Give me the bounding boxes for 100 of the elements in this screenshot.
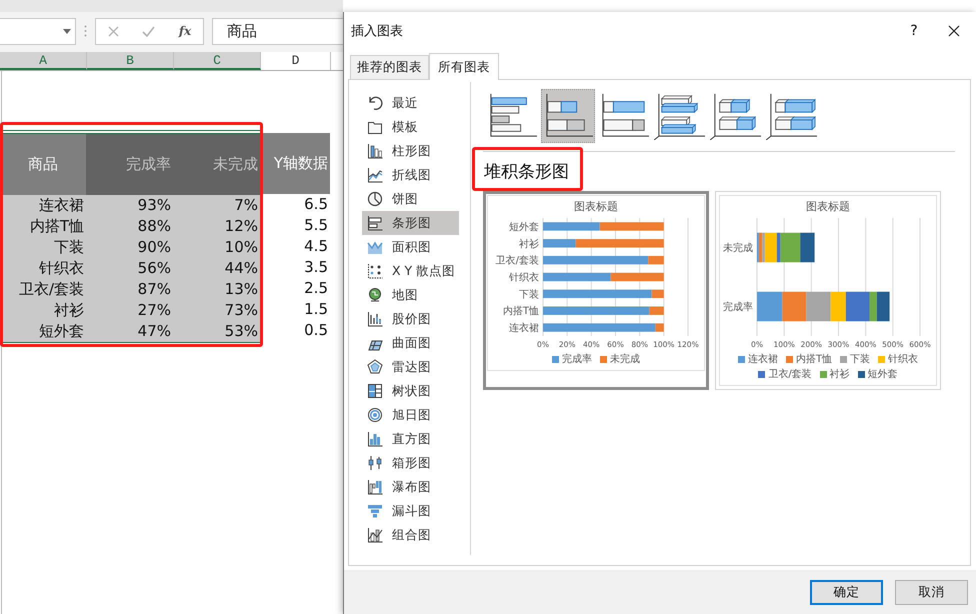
table-cell: 下装 (2, 237, 86, 258)
legend-label: 衬衫 (830, 368, 850, 381)
tab[interactable]: 推荐的图表 (350, 55, 429, 79)
column-header[interactable]: D (261, 52, 331, 70)
3d-stacked-bar-icon (710, 92, 762, 140)
chart-type-item[interactable]: 面积图 (362, 235, 459, 259)
bar-chart-icon (367, 215, 383, 231)
table-cell: 90% (86, 237, 173, 258)
header-cell: 商品 (2, 134, 86, 195)
chart-type-item[interactable]: 箱形图 (362, 451, 459, 475)
chart-type-item[interactable]: 曲面图 (362, 331, 459, 355)
chart-type-item[interactable]: 雷达图 (362, 355, 459, 379)
chart-type-item[interactable]: 饼图 (362, 187, 459, 211)
stock-chart-icon (367, 311, 383, 327)
table-cell: 47% (86, 321, 173, 342)
table-cell: 衬衫 (2, 300, 86, 321)
chart-type-item[interactable]: 最近 (362, 91, 459, 115)
table-cell: 内搭T恤 (2, 216, 86, 237)
header-cell: 完成率 (86, 134, 173, 195)
table-cell: 12% (173, 216, 260, 237)
sunburst-icon (367, 407, 383, 423)
caret-icon (63, 28, 71, 34)
chart-type-item[interactable]: 树状图 (362, 379, 459, 403)
box-plot-icon (367, 455, 383, 471)
insert-function-button[interactable]: fx (178, 24, 192, 38)
chart-type-item[interactable]: 直方图 (362, 427, 459, 451)
table-cell: 44% (173, 258, 260, 279)
radar-chart-icon (367, 359, 383, 375)
chart-type-item[interactable]: 组合图 (362, 523, 459, 547)
chart-type-item[interactable]: 地图 (362, 283, 459, 307)
header-cell: Y轴数据 (260, 133, 330, 194)
chart-subtype-button[interactable] (541, 89, 595, 143)
header-cell: 未完成 (173, 134, 260, 195)
table-cell: 13% (173, 279, 260, 300)
chart-type-item[interactable]: 条形图 (362, 211, 459, 235)
pie-chart-icon (367, 191, 383, 207)
column-chart-icon (367, 143, 383, 159)
legend-label: 下装 (850, 352, 870, 366)
chart-type-item[interactable]: 柱形图 (362, 139, 459, 163)
formula-field[interactable]: 商品 (212, 18, 343, 44)
axis-label: 完成率 (723, 302, 753, 313)
column-header[interactable]: C (174, 52, 261, 70)
scatter-chart-icon (367, 263, 383, 279)
table-cell: 27% (86, 300, 173, 321)
chart-type-item[interactable]: X Y 散点图 (362, 259, 459, 283)
chart-type-item[interactable]: 旭日图 (362, 403, 459, 427)
axis-label: 卫衣/套装 (496, 256, 539, 267)
chart-type-item[interactable]: 股价图 (362, 307, 459, 331)
chart-type-item[interactable]: 折线图 (362, 163, 459, 187)
close-icon[interactable] (948, 25, 960, 37)
histogram-icon (367, 431, 383, 447)
axis-label: 短外套 (509, 222, 539, 233)
axis-label: 衬衫 (519, 238, 539, 250)
legend-label: 完成率 (562, 352, 592, 366)
column-header[interactable]: B (87, 52, 174, 70)
axis-label: 下装 (519, 289, 539, 300)
dialog-title: 插入图表 (351, 23, 404, 40)
legend-label: 未完成 (610, 352, 640, 366)
table-cell: 针织衣 (2, 258, 86, 279)
chart-type-item[interactable]: 漏斗图 (362, 499, 459, 523)
chart-type-item[interactable]: 模板 (362, 115, 459, 139)
help-button[interactable]: ? (902, 23, 926, 39)
table-cell: 10% (173, 237, 260, 258)
chart-type-item[interactable]: 瀑布图 (362, 475, 459, 499)
dialog-button[interactable]: 确定 (810, 580, 883, 604)
3d-bar-icon (654, 92, 706, 140)
tab[interactable]: 所有图表 (429, 53, 499, 80)
axis-label: 未完成 (723, 243, 753, 254)
table-cell: 87% (86, 279, 173, 300)
table-cell: 53% (173, 321, 260, 342)
table-cell: 连衣裙 (2, 195, 86, 216)
subtype-heading: 堆积条形图 (472, 152, 583, 187)
chart-title: 图表标题 (806, 199, 850, 214)
table-cell: 93% (86, 195, 173, 216)
chart-title: 图表标题 (574, 199, 618, 214)
globe-icon (367, 287, 383, 303)
treemap-icon (367, 383, 383, 399)
curved-arrow-icon (367, 95, 383, 111)
waterfall-chart-icon (367, 479, 383, 495)
axis-label: 针织衣 (509, 272, 539, 284)
dialog-button[interactable]: 取消 (895, 580, 968, 604)
axis-label: 连衣裙 (509, 323, 539, 334)
funnel-icon (367, 503, 383, 519)
legend-label: 短外套 (868, 368, 898, 381)
axis-label: 内搭T恤 (502, 306, 539, 318)
legend-label: 针织衣 (888, 352, 918, 366)
grip-icon (84, 25, 87, 37)
legend-label: 连衣裙 (748, 352, 778, 366)
folder-icon (367, 119, 383, 135)
column-header[interactable]: A (0, 52, 87, 70)
table-cell: 56% (86, 258, 173, 279)
combo-chart-icon (367, 527, 383, 543)
line-chart-icon (367, 167, 383, 183)
table-cell: 73% (173, 300, 260, 321)
table-cell: 88% (86, 216, 173, 237)
table-cell: 短外套 (2, 321, 86, 342)
legend-label: 内搭T恤 (796, 352, 832, 366)
legend-label: 卫衣/套装 (768, 368, 812, 381)
table-cell: 7% (173, 195, 260, 216)
check-icon[interactable] (142, 26, 156, 36)
